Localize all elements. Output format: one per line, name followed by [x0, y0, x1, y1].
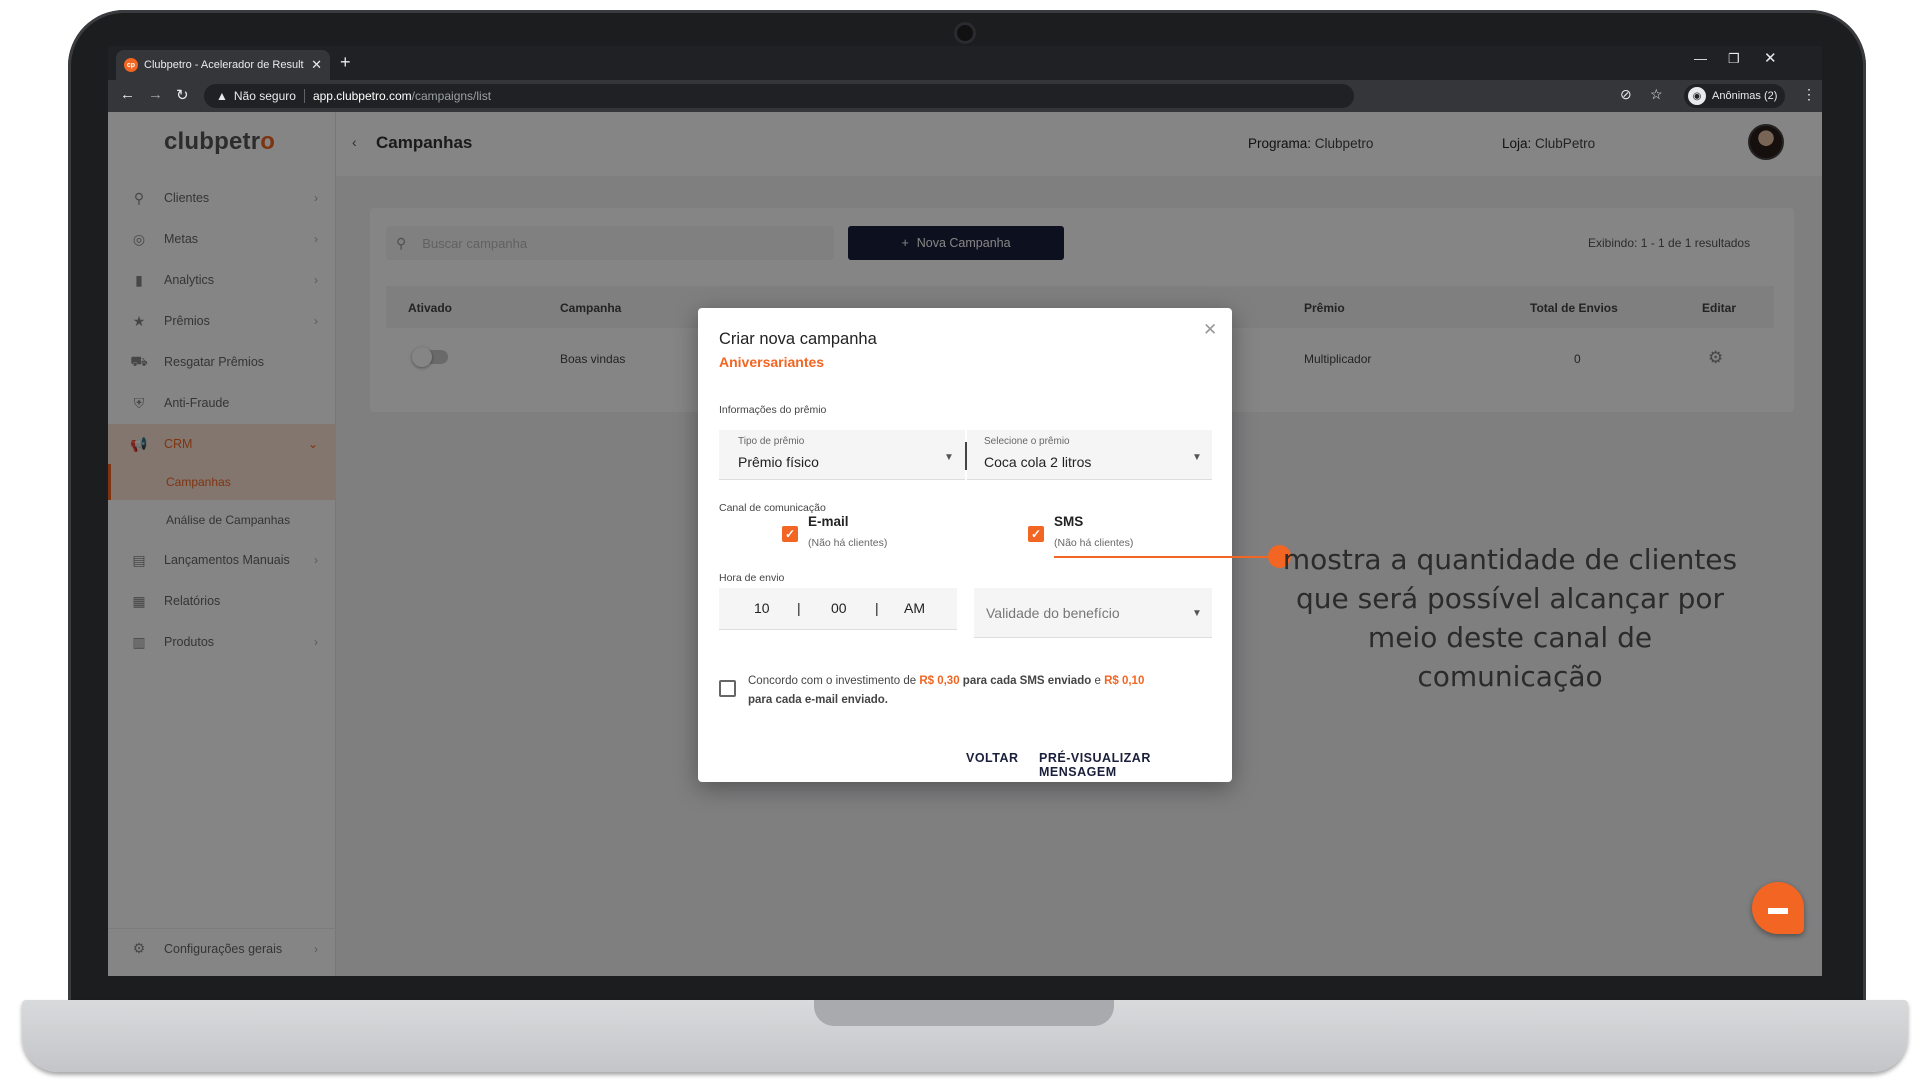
ampm-value[interactable]: AM [904, 600, 925, 616]
url-path: /campaigns/list [411, 89, 492, 103]
annotation-text: mostra a quantidade de clientes que será… [1282, 543, 1738, 693]
new-tab-icon[interactable]: + [340, 52, 351, 73]
prize-select-label: Selecione o prêmio [984, 436, 1070, 447]
tab-close-icon[interactable]: ✕ [311, 57, 322, 73]
warning-icon: ▲ [216, 89, 228, 103]
menu-dots-icon[interactable]: ⋮ [1802, 86, 1816, 103]
email-channel-name: E-mail [808, 514, 849, 529]
close-icon[interactable]: ✕ [1203, 320, 1217, 340]
minute-value[interactable]: 00 [831, 600, 847, 616]
prize-section-label: Informações do prêmio [719, 404, 827, 416]
forward-arrow-icon[interactable]: → [148, 86, 163, 103]
agree-checkbox[interactable] [719, 680, 736, 697]
modal-title: Criar nova campanha [719, 330, 877, 348]
sms-checkbox[interactable]: ✓ [1028, 526, 1044, 542]
tab-title: Clubpetro - Acelerador de Result [144, 59, 304, 71]
back-arrow-icon[interactable]: ← [120, 86, 135, 103]
sms-channel-name: SMS [1054, 514, 1084, 529]
modal-subtitle: Aniversariantes [719, 354, 825, 370]
back-button[interactable]: VOLTAR [966, 751, 1019, 765]
time-section-label: Hora de envio [719, 572, 785, 584]
not-secure-label: Não seguro [233, 89, 296, 103]
dropdown-arrow-icon: ▼ [1192, 452, 1202, 463]
eye-off-icon[interactable]: ⊘ [1620, 86, 1632, 103]
hour-value[interactable]: 10 [754, 600, 770, 616]
prize-type-label: Tipo de prêmio [738, 436, 805, 447]
reload-icon[interactable]: ↻ [176, 86, 189, 104]
sms-channel-note: (Não há clientes) [1054, 537, 1134, 549]
camera-icon [954, 22, 976, 44]
time-separator: | [797, 600, 801, 616]
agree-text: Concordo com o investimento de R$ 0,30 p… [748, 675, 1145, 706]
minimize-icon[interactable]: — [1694, 51, 1707, 66]
annotation-line [1054, 556, 1280, 558]
browser-tabstrip [108, 46, 1822, 80]
channel-section-label: Canal de comunicação [719, 502, 826, 514]
email-checkbox[interactable]: ✓ [782, 526, 798, 542]
incognito-icon: ◉ [1688, 87, 1706, 105]
browser-tab[interactable]: cp Clubpetro - Acelerador de Result ✕ [116, 50, 330, 80]
screen: cp Clubpetro - Acelerador de Result ✕ + … [108, 46, 1822, 976]
omnibox-separator [303, 89, 305, 103]
email-channel-note: (Não há clientes) [808, 537, 888, 549]
dropdown-arrow-icon: ▼ [944, 452, 954, 463]
prize-select-value: Coca cola 2 litros [984, 454, 1092, 470]
prize-type-value: Prêmio físico [738, 454, 819, 470]
favicon-icon: cp [124, 58, 138, 72]
incognito-label: Anônimas (2) [1712, 90, 1778, 102]
preview-message-button[interactable]: PRÉ-VISUALIZAR MENSAGEM [1039, 751, 1232, 779]
time-separator: | [875, 600, 879, 616]
chat-button[interactable]: ▬ [1752, 882, 1804, 934]
restore-icon[interactable]: ❐ [1728, 51, 1740, 67]
validity-placeholder: Validade do benefício [986, 605, 1120, 621]
create-campaign-modal: Criar nova campanha Aniversariantes ✕ In… [698, 308, 1232, 782]
address-bar[interactable]: ▲ Não seguro app.clubpetro.com/campaigns… [204, 84, 1354, 108]
star-icon[interactable]: ☆ [1650, 86, 1663, 103]
url-host: app.clubpetro.com [312, 89, 412, 103]
incognito-badge[interactable]: ◉ Anônimas (2) [1684, 84, 1786, 108]
chat-icon: ▬ [1768, 896, 1788, 919]
window-close-icon[interactable]: ✕ [1764, 49, 1777, 67]
laptop-notch [814, 1000, 1114, 1026]
dropdown-arrow-icon: ▼ [1192, 608, 1202, 619]
